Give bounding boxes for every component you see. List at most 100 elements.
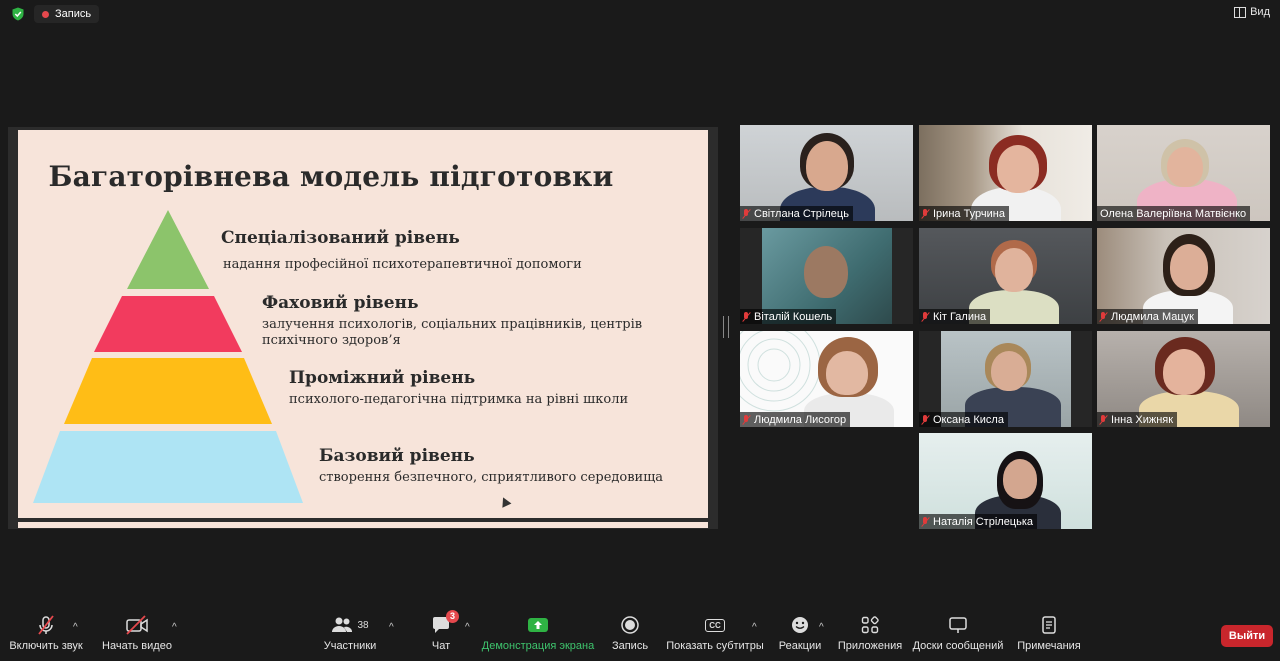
participant-name: Наталія Стрілецька xyxy=(933,515,1034,528)
video-options-chevron-icon[interactable]: ^ xyxy=(172,622,177,633)
level-title-basic: Базовий рівень xyxy=(319,446,475,466)
participant-name-bar: Світлана Стрілець xyxy=(740,206,853,221)
participants-count: 38 xyxy=(357,619,369,631)
closed-captions-icon: CC xyxy=(705,618,725,632)
participant-name: Олена Валеріївна Матвієнко xyxy=(1100,207,1247,220)
participant-name: Кіт Галина xyxy=(933,310,987,323)
chat-label: Чат xyxy=(431,640,451,652)
participant-name-bar: Людмила Лисогор xyxy=(740,412,851,427)
slide-title: Багаторівнева модель підготовки xyxy=(48,160,614,193)
next-slide-edge xyxy=(18,522,708,528)
participant-name-bar: Віталій Кошель xyxy=(740,309,837,324)
participant-tile[interactable]: Ірина Турчина xyxy=(919,125,1092,221)
captions-options-chevron-icon[interactable]: ^ xyxy=(752,622,757,633)
apps-label: Приложения xyxy=(837,640,903,652)
share-screen-icon xyxy=(528,618,548,632)
pyramid-level-basic xyxy=(33,431,303,503)
whiteboard-icon xyxy=(949,617,967,633)
participant-name-bar: Оксана Кисла xyxy=(919,412,1008,427)
chat-options-chevron-icon[interactable]: ^ xyxy=(465,622,470,633)
level-desc-professional: залучення психологів, соціальних працівн… xyxy=(262,317,643,348)
view-button[interactable]: Вид xyxy=(1234,6,1270,18)
meeting-toolbar: Включить звук ^ Начать видео ^ 38 Участн… xyxy=(0,610,1280,661)
participant-tile-active-speaker[interactable]: Олена Валеріївна Матвієнко xyxy=(1097,125,1270,221)
pyramid-level-specialized xyxy=(127,210,209,289)
start-video-button[interactable]: Начать видео xyxy=(102,612,172,661)
participant-name: Ірина Турчина xyxy=(933,207,1005,220)
unmute-label: Включить звук xyxy=(9,640,83,652)
participant-name-bar: Наталія Стрілецька xyxy=(919,514,1038,529)
audio-options-chevron-icon[interactable]: ^ xyxy=(73,622,78,633)
participant-name-bar: Людмила Мацук xyxy=(1097,309,1198,324)
participant-tile[interactable]: Людмила Мацук xyxy=(1097,228,1270,324)
record-icon xyxy=(621,616,639,634)
mic-muted-icon xyxy=(922,516,929,527)
participants-button[interactable]: 38 Участники xyxy=(322,612,378,661)
record-dot-icon xyxy=(42,10,49,18)
mic-muted-icon xyxy=(743,208,750,219)
notes-icon xyxy=(1042,616,1056,634)
whiteboards-label: Доски сообщений xyxy=(912,640,1004,652)
chat-unread-badge: 3 xyxy=(446,610,459,623)
participant-name: Людмила Лисогор xyxy=(754,413,847,426)
level-desc-intermediate: психолого-педагогічна підтримка на рівні… xyxy=(289,392,629,407)
reactions-button[interactable]: Реакции xyxy=(778,612,822,661)
record-button[interactable]: Запись xyxy=(610,612,650,661)
level-desc-basic: створення безпечного, сприятливого серед… xyxy=(319,470,664,485)
pyramid-level-intermediate xyxy=(64,358,272,424)
participant-name: Оксана Кисла xyxy=(933,413,1004,426)
apps-button[interactable]: Приложения xyxy=(838,612,902,661)
notes-button[interactable]: Примечания xyxy=(1016,612,1082,661)
participants-options-chevron-icon[interactable]: ^ xyxy=(389,622,394,633)
show-captions-button[interactable]: CC Показать субтитры xyxy=(666,612,764,661)
participants-label: Участники xyxy=(323,640,377,652)
share-screen-label: Демонстрация экрана xyxy=(481,640,595,652)
participant-tile[interactable]: Оксана Кисла xyxy=(919,331,1092,427)
view-grid-icon xyxy=(1234,6,1247,18)
participant-name: Віталій Кошель xyxy=(754,310,833,323)
participant-name-bar: Ірина Турчина xyxy=(919,206,1009,221)
top-bar: Запись Вид xyxy=(0,0,1280,28)
mic-muted-icon xyxy=(1100,311,1107,322)
reactions-options-chevron-icon[interactable]: ^ xyxy=(819,622,824,633)
mic-muted-icon xyxy=(922,311,929,322)
mic-muted-icon xyxy=(38,615,54,635)
chat-button[interactable]: 3 Чат xyxy=(425,610,459,661)
participant-name-bar: Олена Валеріївна Матвієнко xyxy=(1097,206,1251,221)
pyramid-diagram xyxy=(33,210,303,503)
view-label: Вид xyxy=(1250,6,1270,18)
split-view-resize-handle[interactable] xyxy=(723,316,729,338)
level-title-intermediate: Проміжний рівень xyxy=(289,368,476,388)
reactions-label: Реакции xyxy=(778,640,822,652)
participant-tile[interactable]: Віталій Кошель xyxy=(740,228,913,324)
recording-label: Запись xyxy=(55,8,92,20)
mic-muted-icon xyxy=(922,414,929,425)
video-off-icon xyxy=(126,615,148,635)
unmute-button[interactable]: Включить звук xyxy=(9,612,83,661)
security-shield-icon[interactable] xyxy=(11,7,25,21)
participant-name: Інна Хижняк xyxy=(1111,413,1174,426)
level-title-specialized: Спеціалізований рівень xyxy=(221,228,460,248)
mouse-cursor-icon xyxy=(498,495,512,508)
participant-name-bar: Кіт Галина xyxy=(919,309,991,324)
level-desc-specialized: надання професійної психотерапевтичної д… xyxy=(223,257,582,272)
participant-tile[interactable]: Кіт Галина xyxy=(919,228,1092,324)
participant-tile[interactable]: Наталія Стрілецька xyxy=(919,433,1092,529)
share-screen-button[interactable]: Демонстрация экрана xyxy=(481,612,595,661)
participant-name: Світлана Стрілець xyxy=(754,207,849,220)
whiteboards-button[interactable]: Доски сообщений xyxy=(912,612,1004,661)
participant-name-bar: Інна Хижняк xyxy=(1097,412,1178,427)
pyramid-level-professional xyxy=(94,296,242,352)
participant-name: Людмила Мацук xyxy=(1111,310,1194,323)
show-captions-label: Показать субтитры xyxy=(666,640,764,652)
leave-meeting-button[interactable]: Выйти xyxy=(1221,625,1273,647)
participants-icon xyxy=(332,617,353,632)
emoji-smile-icon xyxy=(792,617,808,633)
participant-tile[interactable]: Людмила Лисогор xyxy=(740,331,913,427)
apps-grid-icon xyxy=(861,616,879,634)
start-video-label: Начать видео xyxy=(102,640,172,652)
participant-tile[interactable]: Інна Хижняк xyxy=(1097,331,1270,427)
notes-label: Примечания xyxy=(1017,640,1081,652)
recording-indicator[interactable]: Запись xyxy=(34,5,100,23)
participant-tile[interactable]: Світлана Стрілець xyxy=(740,125,913,221)
